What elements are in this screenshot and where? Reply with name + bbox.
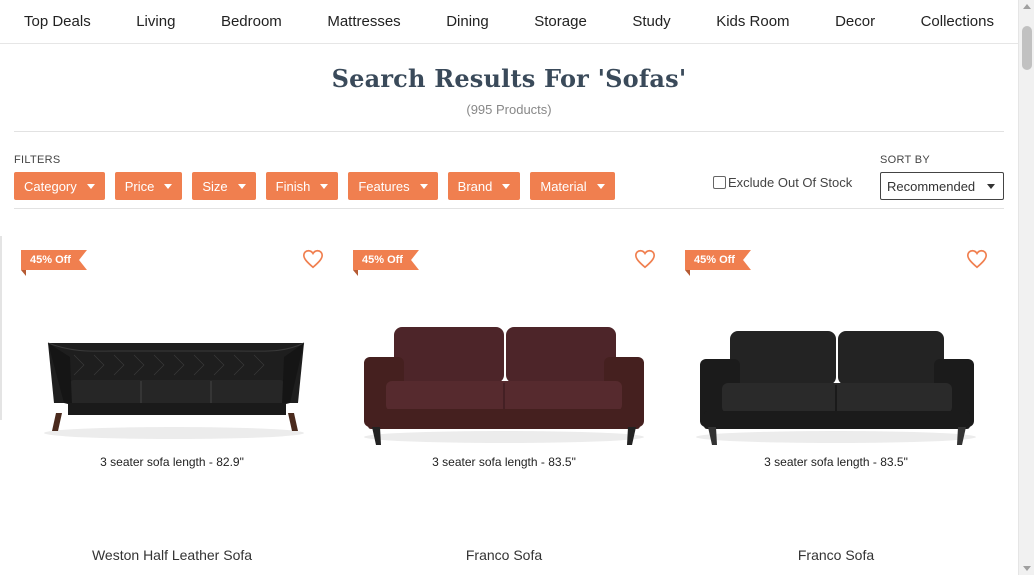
- caret-down-icon: [320, 183, 329, 189]
- product-name[interactable]: Franco Sofa: [346, 547, 662, 563]
- product-dimension: 3 seater sofa length - 82.9": [100, 455, 244, 469]
- product-count: (995 Products): [466, 102, 552, 117]
- nav-item-study[interactable]: Study: [632, 13, 670, 30]
- sofa-image-franco-burgundy[interactable]: [346, 295, 662, 450]
- caret-down-icon: [596, 183, 605, 189]
- product-name[interactable]: Franco Sofa: [678, 547, 994, 563]
- filter-label: Price: [124, 178, 155, 194]
- exclude-out-of-stock-checkbox[interactable]: [713, 176, 726, 189]
- nav-item-collections[interactable]: Collections: [921, 13, 994, 30]
- product-dimension: 3 seater sofa length - 83.5": [764, 455, 908, 469]
- sofa-image-franco-black[interactable]: [678, 295, 994, 450]
- filter-brand-button[interactable]: Brand: [447, 172, 521, 200]
- filters-bar: Category Price Size Finish Features Bran…: [14, 172, 615, 200]
- ribbon-fold: [685, 270, 690, 276]
- page-title: Search Results For 'Sofas': [331, 64, 687, 93]
- exclude-out-of-stock-label: Exclude Out Of Stock: [728, 175, 853, 190]
- filter-label: Features: [358, 178, 410, 194]
- filter-size-button[interactable]: Size: [192, 172, 256, 200]
- nav-item-living[interactable]: Living: [136, 13, 175, 30]
- caret-down-icon: [164, 183, 173, 189]
- wishlist-heart-icon[interactable]: [302, 248, 324, 270]
- sort-selected-value: Recommended: [887, 178, 976, 194]
- nav-item-storage[interactable]: Storage: [534, 13, 587, 30]
- nav-item-top-deals[interactable]: Top Deals: [24, 13, 91, 30]
- product-name[interactable]: Weston Half Leather Sofa: [14, 547, 330, 563]
- wishlist-heart-icon[interactable]: [966, 248, 988, 270]
- wishlist-heart-icon[interactable]: [634, 248, 656, 270]
- scrollbar-thumb[interactable]: [1022, 26, 1032, 70]
- nav-item-mattresses[interactable]: Mattresses: [327, 13, 400, 30]
- nav-item-decor[interactable]: Decor: [835, 13, 875, 30]
- product-card[interactable]: 45% Off 3 seater sofa length - 83.5" Fra…: [678, 240, 994, 575]
- nav-item-kids-room[interactable]: Kids Room: [716, 13, 789, 30]
- caret-down-icon: [237, 183, 246, 189]
- side-panel-edge: [0, 236, 2, 420]
- filter-label: Finish: [275, 178, 311, 194]
- scroll-up-arrow-icon[interactable]: [1023, 4, 1031, 9]
- caret-down-icon: [987, 183, 995, 189]
- filter-material-button[interactable]: Material: [530, 172, 615, 200]
- filters-label: FILTERS: [14, 154, 61, 166]
- page-scrollbar[interactable]: [1018, 0, 1034, 575]
- sort-by-label: SORT BY: [880, 154, 930, 166]
- filter-label: Material: [540, 178, 587, 194]
- sofa-image-weston[interactable]: [14, 295, 330, 450]
- ribbon-fold: [21, 270, 26, 276]
- caret-down-icon: [502, 183, 511, 189]
- divider: [14, 131, 1004, 132]
- discount-badge: 45% Off: [21, 250, 87, 270]
- product-card[interactable]: 45% Off 3 seater sofa length - 82.9" Wes…: [14, 240, 330, 575]
- filter-features-button[interactable]: Features: [348, 172, 438, 200]
- nav-item-bedroom[interactable]: Bedroom: [221, 13, 282, 30]
- filter-category-button[interactable]: Category: [14, 172, 105, 200]
- exclude-out-of-stock-toggle[interactable]: Exclude Out Of Stock: [713, 175, 852, 190]
- product-card[interactable]: 45% Off 3 seater sofa length - 83.5" Fra…: [346, 240, 662, 575]
- filter-price-button[interactable]: Price: [114, 172, 183, 200]
- nav-item-dining[interactable]: Dining: [446, 13, 489, 30]
- filter-label: Category: [24, 178, 77, 194]
- product-dimension: 3 seater sofa length - 83.5": [432, 455, 576, 469]
- top-nav: Top Deals Living Bedroom Mattresses Dini…: [0, 0, 1018, 44]
- ribbon-fold: [353, 270, 358, 276]
- caret-down-icon: [86, 183, 95, 189]
- filter-label: Size: [202, 178, 228, 194]
- discount-badge: 45% Off: [685, 250, 751, 270]
- divider: [14, 208, 1004, 209]
- filter-label: Brand: [457, 178, 493, 194]
- discount-badge: 45% Off: [353, 250, 419, 270]
- sort-by-select[interactable]: Recommended: [880, 172, 1004, 200]
- caret-down-icon: [419, 183, 428, 189]
- scroll-down-arrow-icon[interactable]: [1023, 566, 1031, 571]
- filter-finish-button[interactable]: Finish: [265, 172, 339, 200]
